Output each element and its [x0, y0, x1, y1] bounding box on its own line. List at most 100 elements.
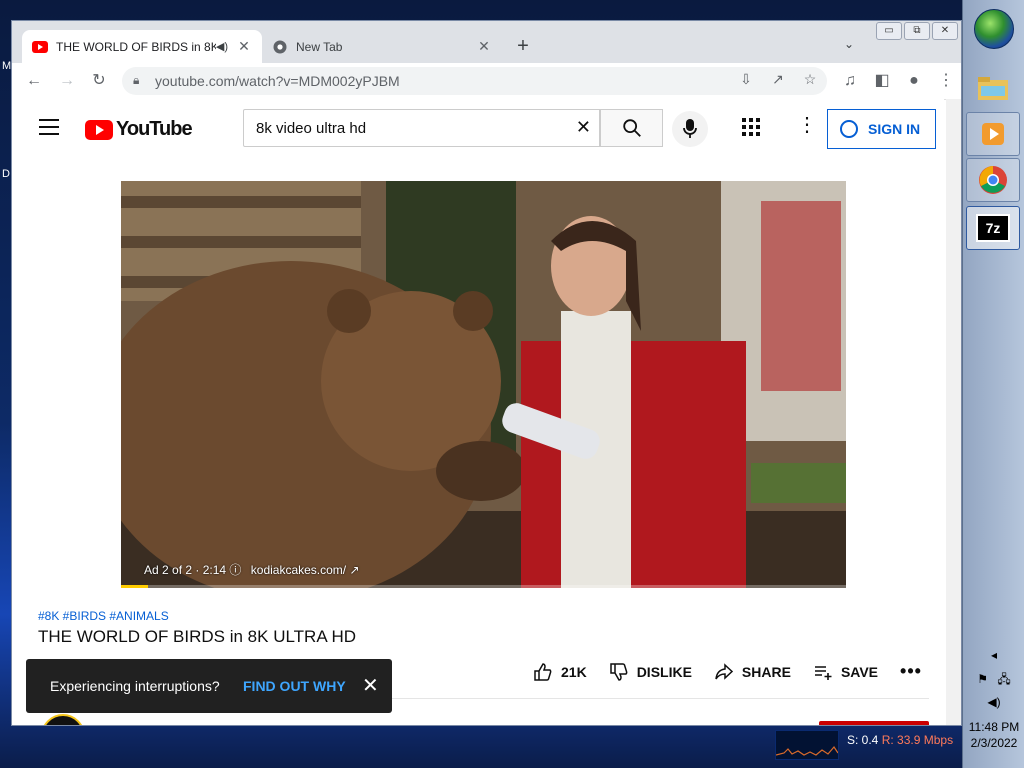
7zip-icon: 7z — [976, 214, 1010, 242]
close-tab-icon[interactable]: ✕ — [236, 38, 252, 55]
channel-avatar[interactable] — [41, 714, 85, 725]
back-button[interactable]: ← — [22, 69, 46, 93]
tab-search-button[interactable]: ⌄ — [844, 37, 854, 51]
search-query[interactable]: 8k video ultra hd — [256, 120, 366, 137]
close-toast-icon[interactable]: ✕ — [362, 673, 379, 698]
chrome-favicon-icon — [272, 39, 288, 55]
media-player-icon — [982, 123, 1004, 145]
video-progress-bar[interactable] — [121, 585, 846, 588]
action-center-icon[interactable]: ⚑ — [977, 672, 988, 686]
tab-title: THE WORLD OF BIRDS in 8K — [56, 39, 216, 54]
system-tray: ◂ ⚑ 🖧︎ ◀) — [963, 648, 1024, 709]
taskbar: 7z ◂ ⚑ 🖧︎ ◀) 11:48 PM 2/3/2022 — [962, 0, 1024, 768]
desktop-label-m: M — [2, 60, 12, 72]
side-panel-icon[interactable]: ◧ — [870, 69, 894, 93]
microphone-icon — [683, 119, 697, 138]
browser-toolbar: ← → ↻ 🔒︎ youtube.com/watch?v=MDM002yPJBM… — [12, 63, 961, 100]
clock[interactable]: 11:48 PM 2/3/2022 — [963, 719, 1024, 751]
close-window-button[interactable]: ✕ — [932, 22, 958, 40]
profile-icon[interactable]: ● — [902, 69, 926, 93]
minimize-button[interactable]: ▭ — [876, 22, 902, 40]
tab-title: New Tab — [296, 39, 343, 54]
network-icon[interactable]: 🖧︎ — [997, 670, 1010, 691]
explorer-taskbar-icon[interactable] — [966, 66, 1020, 110]
youtube-wordmark: YouTube — [116, 118, 193, 140]
lock-icon[interactable]: 🔒︎ — [133, 73, 139, 88]
youtube-play-icon — [85, 119, 113, 140]
save-label: SAVE — [840, 663, 879, 680]
video-player[interactable]: Ad 2 of 2 · 2:14 ⓘ kodiakcakes.com/ ↗ — [121, 181, 846, 588]
account-icon — [840, 120, 858, 138]
video-hashtags[interactable]: #8K #BIRDS #ANIMALS — [38, 609, 169, 623]
video-actions: 21K DISLIKE SHARE SAVE ••• — [533, 661, 944, 682]
bookmark-star-icon[interactable]: ☆ — [800, 71, 820, 88]
net-receive: R: 33.9 Mbps — [881, 733, 954, 747]
share-arrow-icon — [715, 662, 734, 680]
find-out-why-link[interactable]: FIND OUT WHY — [243, 678, 346, 694]
settings-more-icon[interactable]: ⋮ — [797, 115, 817, 135]
video-progress-fill — [121, 585, 148, 588]
like-count: 21K — [561, 663, 587, 680]
share-page-icon[interactable]: ↗ — [768, 71, 788, 88]
toast-message: Experiencing interruptions? — [50, 678, 220, 694]
dislike-label: DISLIKE — [636, 663, 692, 680]
thumbs-up-icon — [534, 662, 552, 681]
interruptions-toast: Experiencing interruptions? FIND OUT WHY… — [26, 659, 392, 713]
apps-grid-icon[interactable] — [742, 118, 760, 136]
clear-search-icon[interactable]: ✕ — [576, 117, 591, 138]
clock-date: 2/3/2022 — [970, 736, 1018, 750]
external-link-icon[interactable]: ↗ — [349, 563, 359, 577]
7zip-taskbar-icon[interactable]: 7z — [966, 206, 1020, 250]
restore-button[interactable]: ⧉ — [904, 22, 930, 40]
search-button[interactable] — [600, 109, 663, 147]
window-controls: ▭ ⧉ ✕ — [874, 22, 958, 40]
forward-button[interactable]: → — [55, 69, 79, 93]
like-button[interactable]: 21K — [533, 662, 587, 682]
media-control-icon[interactable]: ♫ — [838, 69, 862, 93]
ad-site-link[interactable]: kodiakcakes.com/ — [251, 563, 346, 577]
network-graph-line — [775, 746, 839, 756]
start-button[interactable] — [974, 9, 1014, 49]
chrome-taskbar-icon[interactable] — [966, 158, 1020, 202]
close-tab-icon[interactable]: ✕ — [476, 38, 492, 55]
chrome-menu-icon[interactable]: ⋮ — [934, 69, 958, 93]
share-button[interactable]: SHARE — [714, 662, 791, 682]
more-actions-icon[interactable]: ••• — [900, 661, 922, 682]
ad-info: Ad 2 of 2 · 2:14 ⓘ kodiakcakes.com/ ↗ — [144, 561, 360, 578]
url-text[interactable]: youtube.com/watch?v=MDM002yPJBM — [155, 73, 400, 89]
dislike-button[interactable]: DISLIKE — [609, 662, 692, 682]
save-button[interactable]: SAVE — [813, 662, 878, 682]
youtube-logo[interactable]: YouTube — [85, 118, 193, 141]
video-frame — [121, 181, 846, 588]
address-bar[interactable]: 🔒︎ youtube.com/watch?v=MDM002yPJBM ⇩ ↗ ☆ — [122, 67, 827, 95]
youtube-favicon-icon — [32, 39, 48, 55]
new-tab-button[interactable]: + — [511, 35, 535, 58]
browser-window: THE WORLD OF BIRDS in 8K ◀) ✕ New Tab ✕ … — [11, 20, 962, 726]
menu-icon[interactable] — [39, 119, 59, 140]
youtube-header: YouTube 8k video ultra hd ✕ ⋮ SIGN IN — [12, 99, 944, 159]
speaker-icon[interactable]: ◀) — [216, 40, 228, 53]
net-send: S: 0.4 — [847, 733, 879, 747]
sign-in-label: SIGN IN — [868, 121, 921, 137]
tab-strip: THE WORLD OF BIRDS in 8K ◀) ✕ New Tab ✕ … — [12, 21, 961, 63]
voice-search-button[interactable] — [672, 111, 708, 147]
share-label: SHARE — [741, 663, 791, 680]
reload-button[interactable]: ↻ — [87, 69, 111, 93]
subscribe-button[interactable] — [819, 721, 929, 725]
volume-icon[interactable]: ◀) — [963, 695, 1024, 709]
install-icon[interactable]: ⇩ — [736, 71, 756, 88]
search-input[interactable]: 8k video ultra hd ✕ — [243, 109, 600, 147]
media-player-taskbar-icon[interactable] — [966, 112, 1020, 156]
ad-counter: Ad 2 of 2 · 2:14 — [144, 563, 227, 577]
network-rate: S: 0.4 R: 33.9 Mbps — [847, 733, 953, 747]
ad-info-icon[interactable]: ⓘ — [229, 563, 241, 577]
tab-world-of-birds[interactable]: THE WORLD OF BIRDS in 8K ◀) ✕ — [22, 30, 262, 63]
page-scrollbar[interactable] — [946, 99, 961, 725]
sign-in-button[interactable]: SIGN IN — [827, 109, 936, 149]
desktop-label-d: D — [2, 168, 10, 180]
search-icon — [622, 119, 641, 137]
tab-new-tab[interactable]: New Tab ✕ — [262, 30, 502, 63]
show-hidden-icons-icon[interactable]: ◂ — [963, 648, 1024, 662]
thumbs-down-icon — [609, 662, 628, 681]
folder-icon — [978, 77, 1008, 100]
